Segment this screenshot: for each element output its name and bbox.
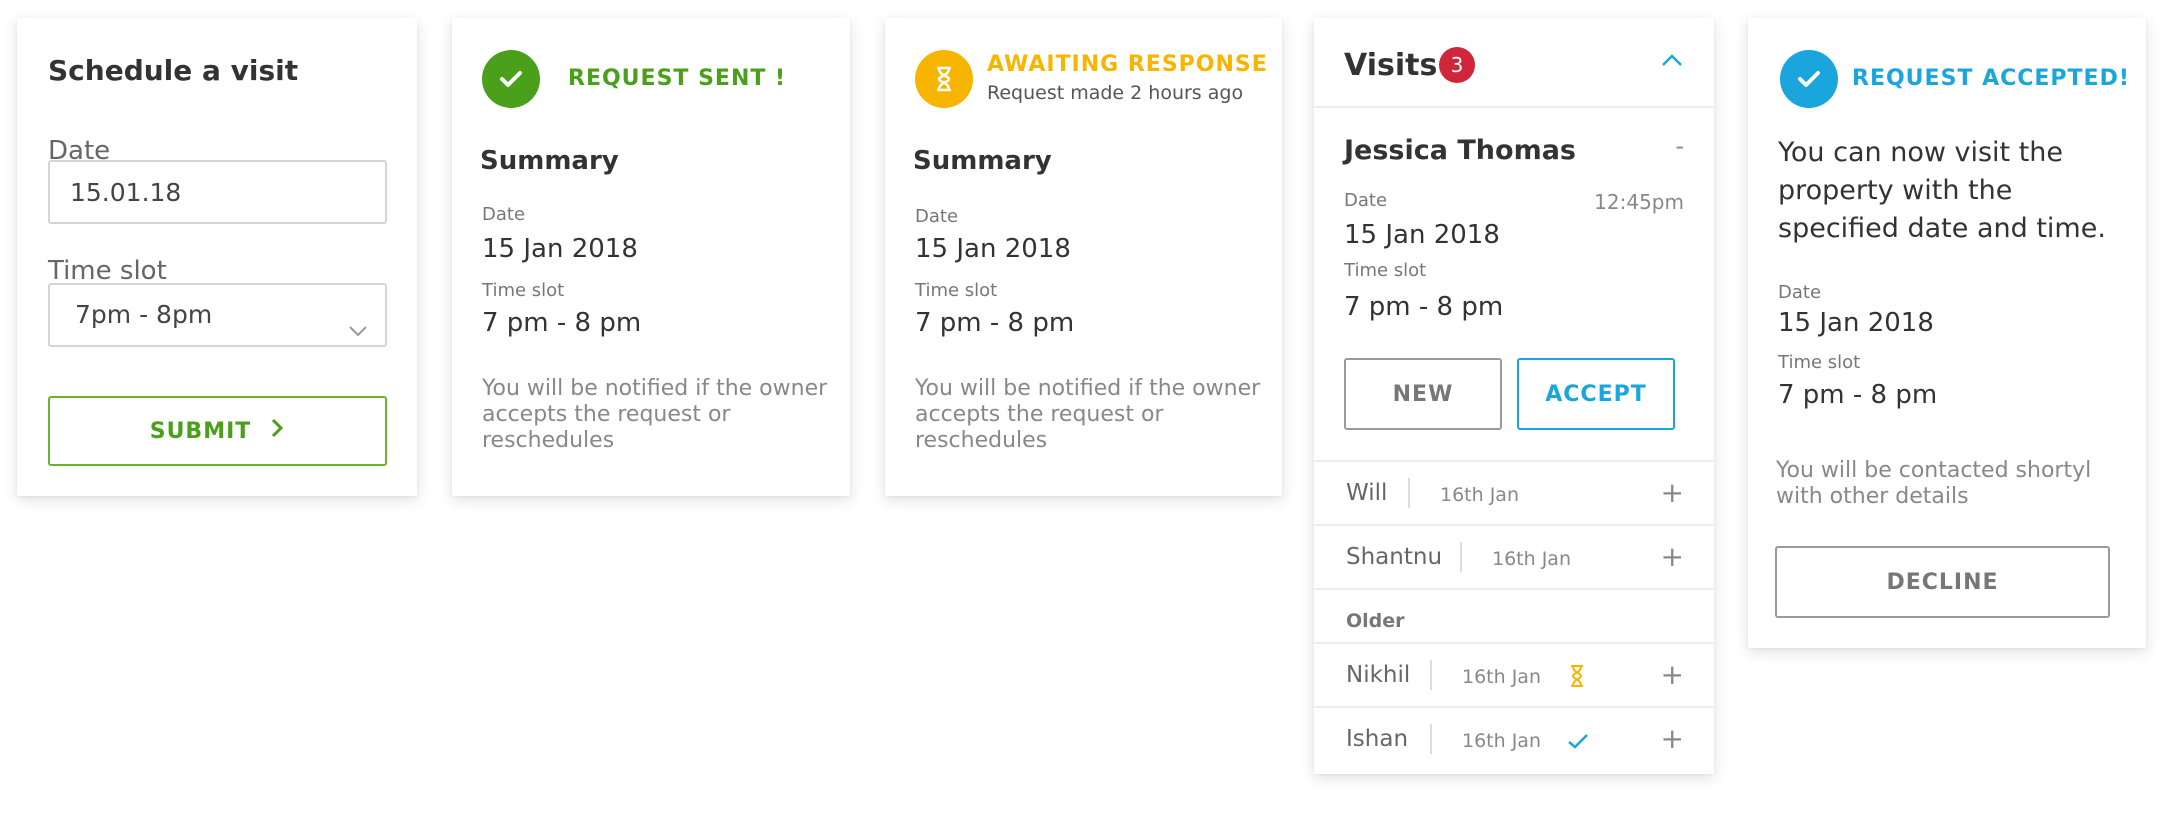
collapse-button[interactable]: -: [1675, 132, 1684, 160]
chevron-right-icon: [269, 417, 285, 445]
timeslot-value: 7 pm - 8 pm: [482, 308, 642, 338]
new-button[interactable]: NEW: [1344, 358, 1502, 430]
timeslot-label: Time slot: [915, 280, 998, 301]
schedule-visit-card: Schedule a visit Date Time slot 7pm - 8p…: [17, 18, 417, 496]
check-circle-icon: [1780, 50, 1838, 108]
date-value: 15 Jan 2018: [915, 234, 1071, 264]
submit-label: SUBMIT: [149, 418, 252, 444]
visit-row[interactable]: Shantnu 16th Jan +: [1314, 524, 1714, 588]
submit-button[interactable]: SUBMIT: [48, 396, 387, 466]
date-label: Date: [915, 206, 959, 227]
timeslot-value: 7 pm - 8 pm: [915, 308, 1075, 338]
visit-date: 16th Jan: [1462, 666, 1541, 688]
expand-button[interactable]: +: [1661, 540, 1684, 573]
timeslot-select[interactable]: 7pm - 8pm: [48, 283, 387, 347]
notification-note: You will be notified if the owner accept…: [915, 376, 1261, 453]
status-title: REQUEST SENT !: [568, 66, 787, 91]
timeslot-value: 7pm - 8pm: [75, 300, 213, 329]
timeslot-value: 7 pm - 8 pm: [1778, 380, 1938, 410]
date-value: 15 Jan 2018: [1778, 308, 1934, 338]
hourglass-circle-icon: [915, 50, 973, 108]
visits-header[interactable]: Visits 3: [1314, 18, 1714, 108]
visitor-name: Shantnu: [1346, 544, 1443, 570]
contact-note: You will be contacted shortyl with other…: [1776, 458, 2092, 509]
status-title: AWAITING RESPONSE: [987, 52, 1268, 77]
visitor-name: Ishan: [1346, 726, 1409, 752]
summary-title: Summary: [480, 146, 619, 176]
decline-label: DECLINE: [1886, 569, 1999, 595]
accept-label: ACCEPT: [1545, 381, 1647, 407]
visit-date: 16th Jan: [1492, 548, 1571, 570]
visitor-name: Nikhil: [1346, 662, 1411, 688]
check-icon: [1566, 732, 1590, 754]
expand-button[interactable]: +: [1661, 476, 1684, 509]
visit-time: 12:45pm: [1594, 190, 1684, 214]
status-title: REQUEST ACCEPTED!: [1852, 66, 2130, 91]
date-label: Date: [1344, 190, 1388, 211]
timeslot-label: Time slot: [48, 256, 167, 286]
chevron-up-icon[interactable]: [1660, 52, 1684, 72]
request-sent-card: REQUEST SENT ! Summary Date 15 Jan 2018 …: [452, 18, 850, 496]
visitor-name: Will: [1346, 480, 1388, 506]
notification-note: You will be notified if the owner accept…: [482, 376, 828, 453]
schedule-title: Schedule a visit: [48, 54, 299, 87]
older-label: Older: [1346, 610, 1405, 632]
divider: [1408, 478, 1410, 508]
hourglass-icon: [1568, 664, 1586, 692]
accepted-message: You can now visit the property with the …: [1778, 137, 2106, 244]
accept-button[interactable]: ACCEPT: [1517, 358, 1675, 430]
timeslot-value: 7 pm - 8 pm: [1344, 292, 1504, 322]
date-label: Date: [1778, 282, 1822, 303]
date-input[interactable]: [48, 160, 387, 224]
request-accepted-card: REQUEST ACCEPTED! You can now visit the …: [1748, 18, 2146, 648]
awaiting-response-card: AWAITING RESPONSE Request made 2 hours a…: [885, 18, 1282, 496]
divider: [1430, 724, 1432, 754]
visitor-name: Jessica Thomas: [1344, 135, 1576, 166]
chevron-down-icon: [347, 303, 369, 363]
timeslot-label: Time slot: [1344, 260, 1427, 281]
expand-button[interactable]: +: [1661, 658, 1684, 691]
expand-button[interactable]: +: [1661, 722, 1684, 755]
request-time: Request made 2 hours ago: [987, 82, 1244, 104]
visit-row[interactable]: Ishan 16th Jan +: [1314, 706, 1714, 770]
date-value: 15 Jan 2018: [482, 234, 638, 264]
date-label: Date: [482, 204, 526, 225]
timeslot-label: Time slot: [482, 280, 565, 301]
visit-date: 16th Jan: [1462, 730, 1541, 752]
check-circle-icon: [482, 50, 540, 108]
visits-title: Visits: [1344, 48, 1438, 83]
divider: [1430, 660, 1432, 690]
new-label: NEW: [1392, 381, 1454, 407]
visits-panel: Visits 3 Jessica Thomas - Date 12:45pm 1…: [1314, 18, 1714, 774]
timeslot-label: Time slot: [1778, 352, 1861, 373]
date-value: 15 Jan 2018: [1344, 220, 1500, 250]
visit-row[interactable]: Will 16th Jan +: [1314, 460, 1714, 524]
visit-date: 16th Jan: [1440, 484, 1519, 506]
summary-title: Summary: [913, 146, 1052, 176]
divider: [1460, 542, 1462, 572]
visits-count-badge: 3: [1439, 47, 1475, 83]
decline-button[interactable]: DECLINE: [1775, 546, 2110, 618]
visit-row[interactable]: Nikhil 16th Jan +: [1314, 642, 1714, 706]
